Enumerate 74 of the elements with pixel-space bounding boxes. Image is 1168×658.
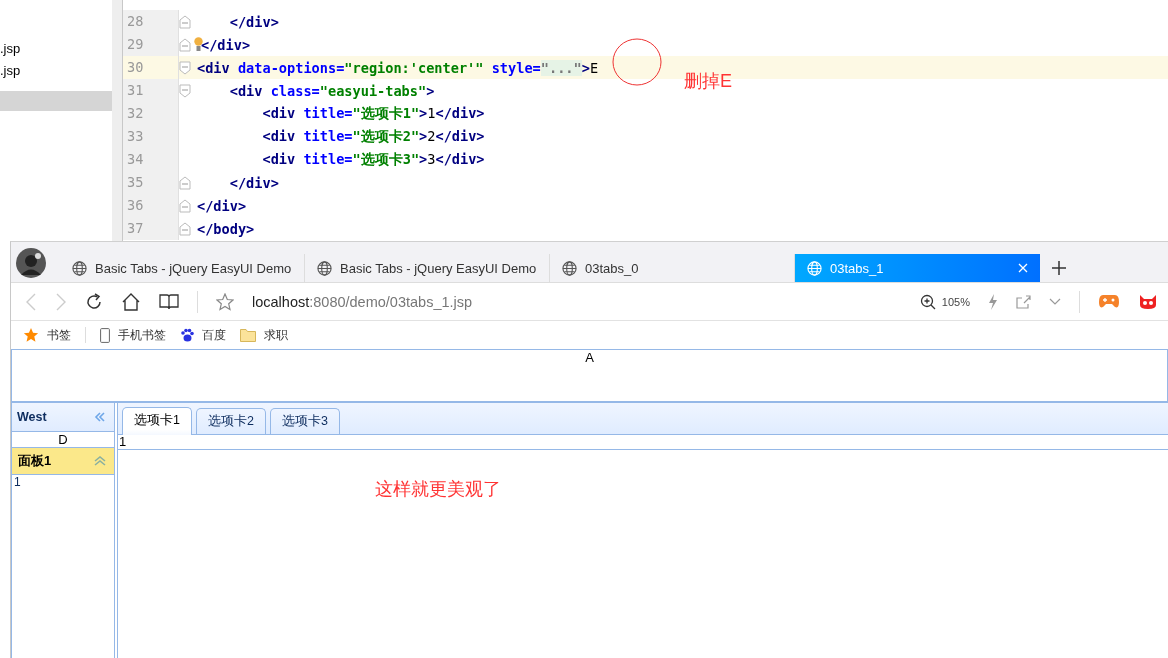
region-label: A [585,350,594,365]
back-icon[interactable] [25,292,37,311]
line-number: 34 [123,148,179,171]
browser-tab[interactable]: Basic Tabs - jQuery EasyUI Demo [305,254,550,282]
line-number: 32 [123,102,179,125]
zoom-icon[interactable] [919,293,936,310]
annotation-circle [612,38,662,86]
fold-icon[interactable] [179,175,191,190]
collapse-icon[interactable] [94,412,106,422]
tab[interactable]: 选项卡1 [122,407,192,435]
bookmark[interactable]: 手机书签 [100,326,166,344]
code-line: </div> [228,13,279,30]
code-line: <div class="easyui-tabs"> [228,82,435,99]
bookmark[interactable]: 书签 [23,326,71,344]
tab[interactable]: 选项卡3 [269,408,340,434]
line-number: 35 [123,171,179,194]
paw-icon [180,328,194,342]
panel-title: West [17,410,47,424]
line-number: 36 [123,194,179,217]
bookmark[interactable]: 求职 [240,326,288,344]
star-icon [23,327,39,343]
bookmark[interactable]: 百度 [180,326,226,344]
line-number: 28 [123,10,179,33]
panel-content: 1 [14,475,21,489]
lightbulb-icon[interactable] [194,37,203,52]
forward-icon[interactable] [55,292,67,311]
share-icon[interactable] [1016,294,1031,309]
file-name[interactable]: .jsp [0,41,21,56]
globe-icon [317,260,332,276]
globe-icon [72,260,87,276]
fold-icon[interactable] [179,60,191,75]
file-name[interactable]: .jsp [0,63,21,78]
chevron-down-icon[interactable] [1049,297,1061,306]
tab[interactable]: 选项卡2 [195,408,266,434]
fold-icon[interactable] [179,221,191,236]
fold-icon[interactable] [179,14,191,29]
line-number: 31 [123,79,179,102]
book-icon[interactable] [159,293,179,310]
phone-icon [100,327,110,343]
code-line: <div data-options="region:'center'" style="...">E [197,59,599,76]
code-line: <div title="选项卡3">3</div> [261,150,485,169]
zoom-level[interactable]: 105% [941,295,970,308]
accordion-header[interactable]: 面板1 [12,448,114,475]
fold-icon[interactable] [179,83,191,98]
new-tab-icon[interactable] [1052,261,1066,275]
annotation-text: 删掉E [684,70,732,93]
browser-tab[interactable]: Basic Tabs - jQuery EasyUI Demo [60,254,305,282]
collapse-icon [94,456,106,466]
globe-icon [807,260,822,276]
scrollbar[interactable] [112,0,123,241]
gamepad-icon[interactable] [1098,293,1120,310]
lightning-icon[interactable] [988,293,998,310]
address-field[interactable]: localhost:8080/demo/03tabs_1.jsp [252,293,902,310]
star-icon[interactable] [216,292,234,311]
code-line: </div> [228,174,279,191]
region-label: D [58,432,68,447]
line-number: 29 [123,33,179,56]
annotation-text: 这样就更美观了 [375,478,501,501]
reload-icon[interactable] [85,292,103,311]
close-icon[interactable] [1018,263,1028,273]
line-number: 37 [123,217,179,240]
code-line: <div title="选项卡2">2</div> [261,127,485,146]
code-line: <div title="选项卡1">1</div> [261,104,485,123]
tab-content: 1 [119,434,127,449]
code-line: </body> [197,220,255,237]
fold-icon[interactable] [179,37,191,52]
code-line: </div> [201,36,251,53]
cat-icon[interactable] [1138,293,1158,310]
fold-icon[interactable] [179,198,191,213]
folder-icon [240,328,256,342]
code-line: </div> [197,197,247,214]
globe-icon [562,260,577,276]
home-icon[interactable] [121,292,141,311]
line-number: 33 [123,125,179,148]
